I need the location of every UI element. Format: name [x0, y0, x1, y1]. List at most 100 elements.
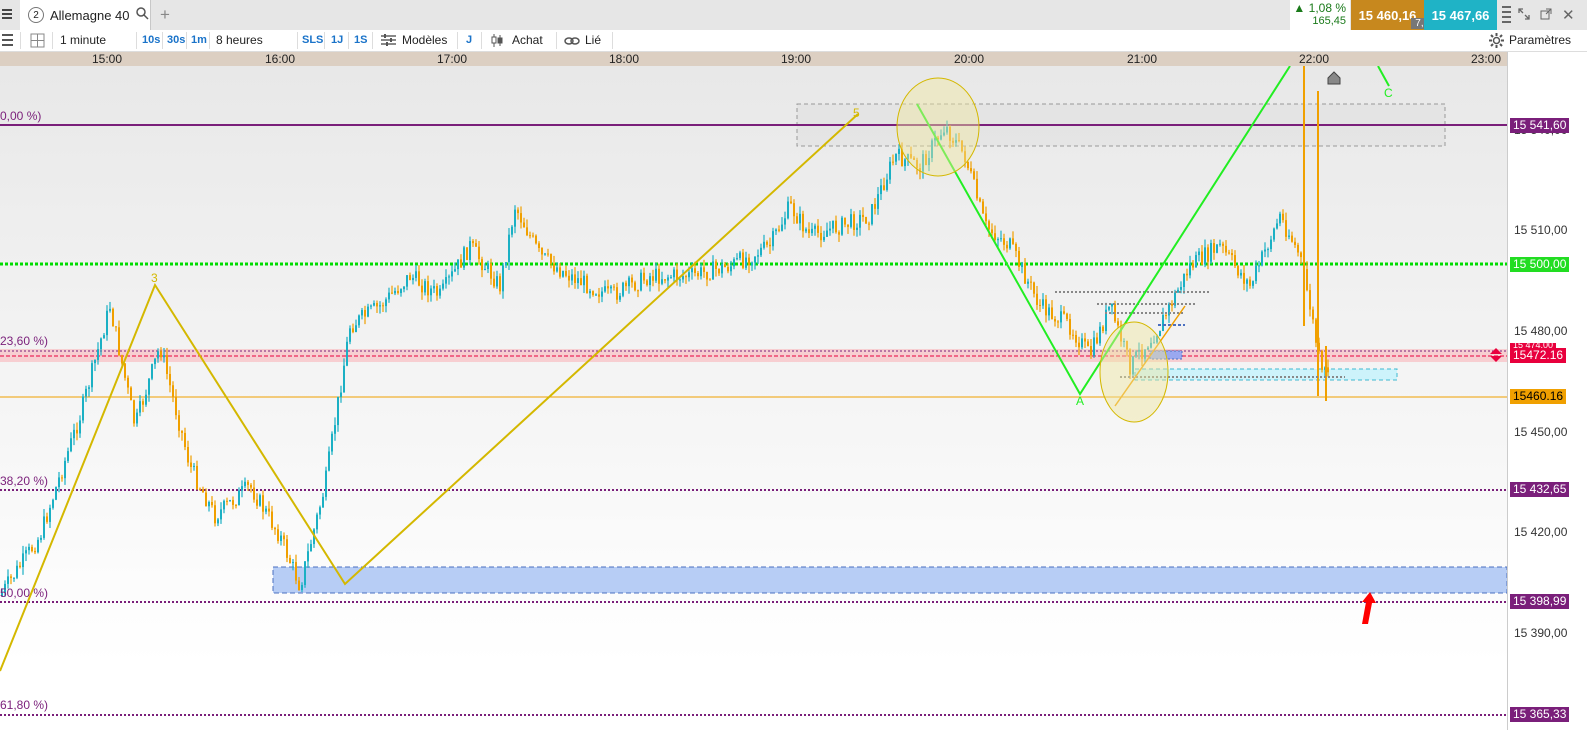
candle-body	[436, 286, 438, 296]
candle-body	[538, 243, 540, 249]
btn-1j[interactable]: 1J	[331, 32, 343, 49]
btn-1m[interactable]: 1m	[191, 32, 207, 49]
candle-body	[193, 465, 195, 467]
tag-fib-618: 15 365,33	[1510, 707, 1570, 722]
candle-body	[505, 262, 507, 266]
candle-body	[1234, 255, 1236, 267]
candle-body	[304, 561, 306, 585]
candle-body	[994, 233, 996, 240]
blue-demand-zone	[272, 566, 1507, 594]
candle-body	[1315, 319, 1317, 343]
ask-button[interactable]: 15 467,66	[1424, 0, 1497, 30]
candle-body	[13, 577, 15, 579]
candle-body	[1261, 251, 1263, 266]
tab-instrument[interactable]: 2 Allemagne 40	[20, 0, 151, 30]
add-tab-icon[interactable]: +	[160, 5, 170, 25]
candle-body	[640, 272, 642, 291]
fib-label-50: 50,00 %)	[0, 586, 49, 600]
candle-body	[1312, 309, 1314, 320]
candle-body	[103, 335, 105, 339]
candle-body	[715, 261, 717, 269]
buy-button[interactable]: Achat	[512, 32, 543, 49]
candle-body	[127, 377, 129, 388]
candle-body	[1108, 306, 1110, 310]
drag-handle-icon[interactable]	[1490, 348, 1502, 365]
gear-icon[interactable]	[1489, 33, 1504, 51]
candle-body	[493, 278, 495, 287]
candle-body	[679, 279, 681, 281]
btn-j[interactable]: J	[466, 32, 472, 49]
candle-body	[709, 279, 711, 281]
btn-sls[interactable]: SLS	[302, 32, 323, 49]
candle-body	[889, 161, 891, 180]
linked-button[interactable]: Lié	[585, 32, 601, 49]
candle-body	[724, 264, 726, 268]
candle-body	[1099, 326, 1101, 344]
candle-body	[697, 273, 699, 277]
candle-body	[247, 481, 249, 485]
home-marker-icon	[1327, 71, 1341, 85]
candle-body	[1096, 337, 1098, 344]
chart-canvas[interactable]: 3 5 A C 0,00 %) 23,60 %) 38,20 %) 50,00 …	[0, 66, 1507, 730]
candle-body	[1246, 279, 1248, 284]
candle-body	[1255, 265, 1257, 282]
candle-body	[169, 373, 171, 386]
period-select[interactable]: 8 heures	[216, 32, 263, 49]
candle-body	[1219, 243, 1221, 245]
candle-body	[451, 271, 453, 277]
candle-body	[19, 565, 21, 568]
candle-body	[367, 306, 369, 317]
settings-button[interactable]: Paramètres	[1509, 32, 1571, 49]
candle-body	[472, 241, 474, 244]
candle-body	[1171, 303, 1173, 306]
sidebar-toggle-icon[interactable]	[2, 34, 13, 49]
change-pct: 1,08 %	[1308, 1, 1346, 15]
candle-body	[1093, 337, 1095, 356]
close-icon[interactable]: ✕	[1562, 6, 1575, 24]
candle-body	[580, 278, 582, 286]
candle-body	[1117, 321, 1119, 326]
candle-body	[109, 308, 111, 311]
candle-body	[253, 487, 255, 500]
candle-body	[1210, 243, 1212, 262]
candle-body	[34, 551, 36, 553]
candle-body	[490, 263, 492, 279]
list-icon[interactable]	[1502, 6, 1511, 26]
candle-body	[397, 290, 399, 294]
candle-body	[184, 432, 186, 447]
candle-body	[250, 484, 252, 488]
candle-body	[613, 286, 615, 288]
expand-icon[interactable]	[1518, 8, 1530, 23]
candle-body	[1036, 293, 1038, 305]
candle-body	[721, 264, 723, 274]
candle-body	[139, 401, 141, 413]
candle-body	[28, 546, 30, 551]
candle-body	[439, 288, 441, 296]
btn-1s[interactable]: 1S	[354, 32, 367, 49]
candle-body	[970, 168, 972, 172]
tag-orange: 15460.16	[1510, 389, 1567, 404]
candle-body	[352, 328, 354, 333]
candle-body	[115, 326, 117, 328]
candle-body	[319, 507, 321, 515]
menu-icon[interactable]	[2, 9, 12, 19]
candle-body	[988, 221, 990, 230]
btn-10s[interactable]: 10s	[142, 32, 160, 49]
models-button[interactable]: Modèles	[402, 32, 447, 49]
candle-body	[778, 229, 780, 231]
candle-body	[586, 275, 588, 294]
search-icon[interactable]	[135, 7, 149, 23]
candle-body	[1000, 238, 1002, 240]
btn-30s[interactable]: 30s	[167, 32, 185, 49]
timeframe-select[interactable]: 1 minute	[60, 32, 106, 49]
layout-grid-icon[interactable]	[30, 33, 45, 51]
candle-body	[1060, 311, 1062, 323]
candle-body	[424, 281, 426, 293]
chart-toolbar: 1 minute 10s 30s 1m 8 heures SLS 1J 1S M…	[0, 30, 1587, 52]
candle-body	[859, 214, 861, 228]
candle-body	[178, 415, 180, 431]
candle-body	[205, 492, 207, 507]
popout-icon[interactable]	[1540, 8, 1552, 23]
candle-body	[976, 178, 978, 199]
candle-body	[688, 272, 690, 278]
